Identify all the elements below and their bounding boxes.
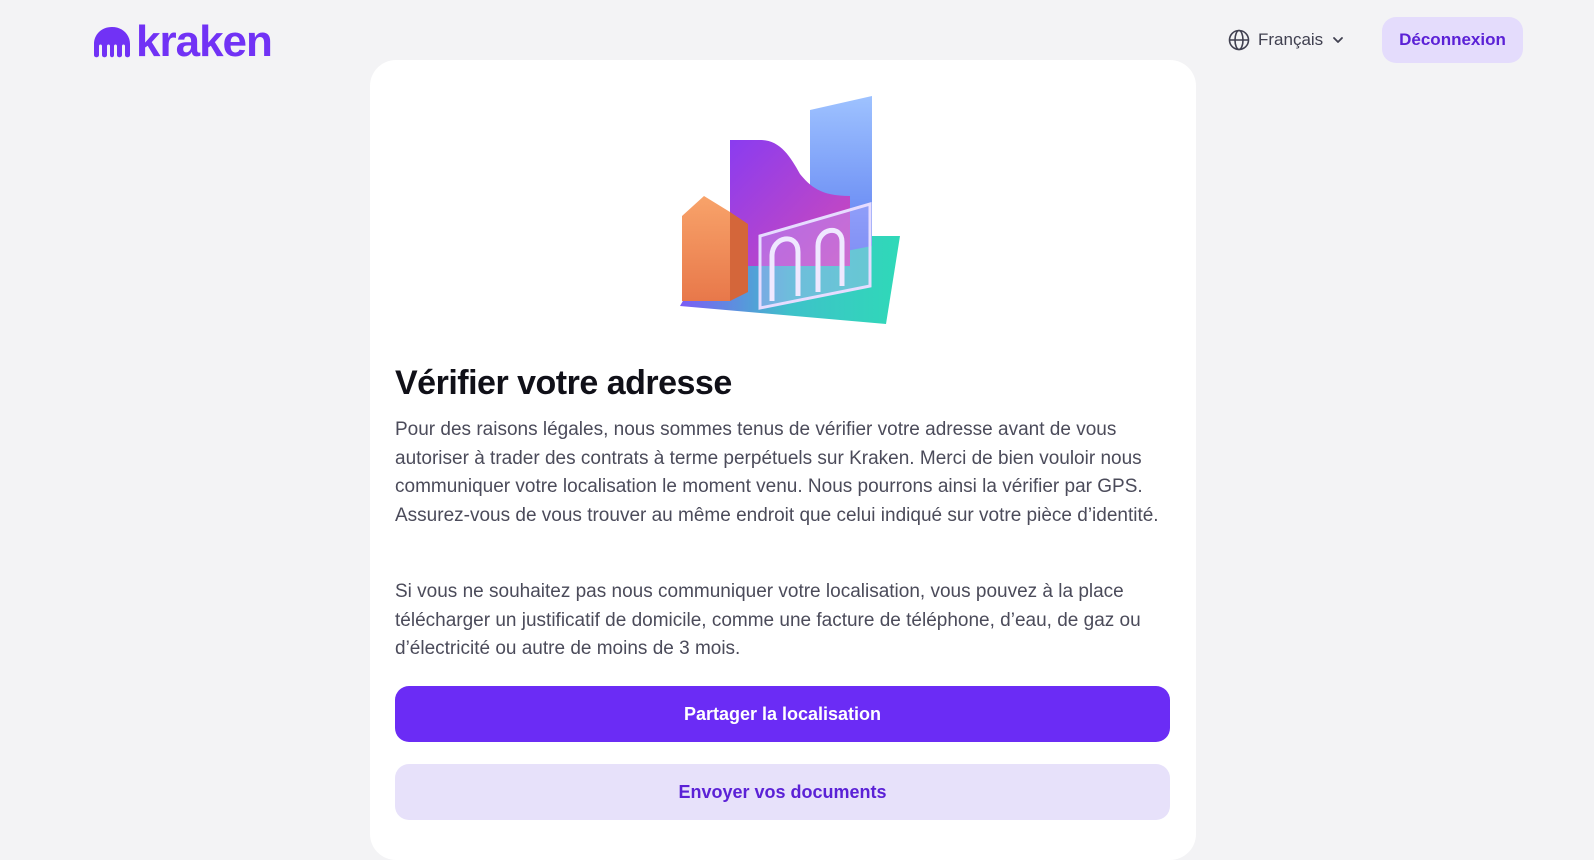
kraken-logo-icon (94, 27, 130, 58)
logout-button[interactable]: Déconnexion (1382, 17, 1523, 63)
language-selector[interactable]: Français (1228, 26, 1345, 54)
share-location-button[interactable]: Partager la localisation (395, 686, 1170, 742)
legal-explanation-text: Pour des raisons légales, nous sommes te… (395, 419, 1159, 526)
send-documents-button[interactable]: Envoyer vos documents (395, 764, 1170, 820)
alternative-document-text: Si vous ne souhaitez pas nous communique… (395, 581, 1141, 659)
city-buildings-illustration (680, 96, 900, 324)
globe-icon (1228, 29, 1250, 51)
page-title: Vérifier votre adresse (395, 364, 732, 402)
chevron-down-icon (1333, 37, 1344, 43)
kraken-logo[interactable]: kraken (92, 17, 273, 66)
verification-card: Vérifier votre adresse Pour des raisons … (370, 60, 1196, 860)
logo-text: kraken (136, 17, 273, 66)
language-label: Français (1258, 30, 1324, 49)
